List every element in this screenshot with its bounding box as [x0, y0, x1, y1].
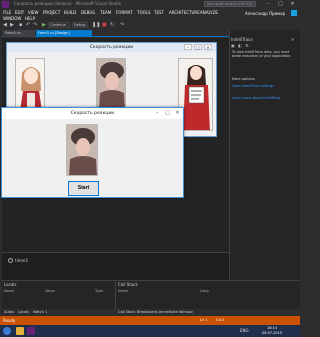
woman-portrait-image	[99, 62, 125, 109]
maximize-icon[interactable]: □	[276, 0, 285, 8]
running-picture-box[interactable]	[66, 124, 98, 176]
running-woman-portrait-image	[69, 128, 97, 175]
tab-breakpoints[interactable]: Breakpoints	[137, 310, 158, 314]
designer-maximize-icon: □	[194, 44, 202, 50]
clock[interactable]: 16:14 06.07.2015	[262, 326, 282, 336]
menu-architecture[interactable]: ARCHITECTURE	[169, 10, 200, 15]
learn-more-intellitrace-link[interactable]: Learn more about IntelliTrace	[232, 96, 280, 100]
undo-icon[interactable]: ↶	[26, 22, 30, 28]
status-line: Ln 1	[200, 318, 208, 322]
designer-close-icon: ✕	[204, 44, 212, 50]
start-button[interactable]: Start	[68, 181, 99, 196]
tab-watch[interactable]: Watch 1	[33, 310, 47, 314]
continue-icon[interactable]: ▶	[42, 22, 46, 28]
save-icon[interactable]: ▪	[19, 22, 22, 28]
timer-component[interactable]: timer1	[15, 258, 28, 263]
continue-button[interactable]: Continue	[48, 22, 70, 28]
visual-studio-taskbar-icon[interactable]	[27, 327, 35, 335]
redo-icon[interactable]: ↷	[33, 22, 37, 28]
restart-icon[interactable]: ↻	[110, 22, 114, 28]
config-select[interactable]: Debug	[72, 22, 88, 28]
callstack-col-lang[interactable]: Lang	[200, 289, 209, 293]
windows-start-icon[interactable]	[3, 327, 11, 335]
running-maximize-icon[interactable]: □	[163, 110, 172, 117]
menu-test[interactable]: TEST	[154, 10, 164, 15]
menu-view[interactable]: VIEW	[28, 10, 38, 15]
sign-girl-image	[183, 65, 210, 130]
pause-icon[interactable]: ❚❚	[92, 22, 100, 28]
tab-form1-design[interactable]: Form1.cs [Design]	[36, 30, 92, 37]
menu-team[interactable]: TEAM	[100, 10, 111, 15]
intellitrace-title: IntelliTrace	[231, 37, 253, 42]
locals-col-name[interactable]: Name	[4, 289, 14, 293]
taskbar	[0, 325, 300, 337]
picture-box-2[interactable]	[96, 58, 126, 110]
clock-date: 06.07.2015	[262, 331, 283, 335]
back-icon[interactable]: ◀	[3, 22, 7, 28]
intellitrace-toolbar-icon[interactable]: ▣ ◧ ⚙	[231, 43, 250, 48]
status-bar	[0, 316, 300, 325]
menu-edit[interactable]: EDIT	[15, 10, 24, 15]
menu-format[interactable]: FORMAT	[116, 10, 133, 15]
status-column: Col 1	[216, 318, 225, 322]
close-icon[interactable]: ✕	[288, 0, 297, 8]
menu-tools[interactable]: TOOLS	[137, 10, 151, 15]
language-indicator[interactable]: ENG	[240, 328, 249, 333]
menu-file[interactable]: FILE	[3, 10, 11, 15]
open-intellitrace-settings-link[interactable]: Open IntelliTrace settings	[232, 84, 274, 88]
explorer-icon[interactable]	[16, 327, 24, 335]
timer-icon[interactable]	[8, 258, 13, 263]
menu-project[interactable]: PROJECT	[43, 10, 60, 15]
running-close-icon[interactable]: ✕	[173, 110, 182, 117]
panel-close-icon[interactable]: ✕	[291, 37, 294, 42]
designer-minimize-icon: –	[184, 44, 192, 50]
more-options-heading: More options	[232, 77, 255, 81]
anime-girl-image	[20, 67, 42, 109]
menu-build[interactable]: BUILD	[64, 10, 76, 15]
intellitrace-panel	[229, 30, 300, 280]
forward-icon[interactable]: ▶	[10, 22, 14, 28]
tab-call-stack[interactable]: Call Stack	[118, 310, 135, 314]
callstack-col-name[interactable]: Name	[118, 289, 128, 293]
running-minimize-icon[interactable]: –	[153, 110, 162, 117]
component-tray	[2, 252, 229, 280]
status-text: Ready	[3, 318, 16, 323]
tab-autos[interactable]: Autos	[4, 310, 14, 314]
step-over-icon[interactable]: ↷	[120, 22, 124, 28]
document-tabs: Form1.cs Form1.cs [Design]	[2, 30, 229, 37]
stop-icon[interactable]: ■	[102, 22, 107, 28]
intellitrace-description: To view IntelliTrace data, you must brea…	[232, 50, 292, 58]
quick-launch-input[interactable]: Быстрый запуск (Ctrl+Q)	[204, 1, 256, 7]
minimize-icon[interactable]: –	[264, 0, 273, 8]
menu-debug[interactable]: DEBUG	[81, 10, 95, 15]
tab-immediate-window[interactable]: Immediate Window	[159, 310, 193, 314]
account-name[interactable]: Александр Примар	[245, 11, 285, 16]
menu-analyze[interactable]: ANALYZE	[200, 10, 218, 15]
tab-locals[interactable]: Locals	[18, 310, 29, 314]
locals-col-value[interactable]: Value	[45, 289, 55, 293]
picture-box-1[interactable]	[15, 58, 45, 110]
locals-panel-title: Locals	[4, 282, 17, 287]
visual-studio-logo-icon	[2, 1, 9, 8]
window-title: Скорость реакции (Запуск) - Microsoft Vi…	[14, 1, 122, 6]
avatar[interactable]	[291, 10, 297, 16]
callstack-panel-title: Call Stack	[118, 282, 138, 287]
locals-col-type[interactable]: Type	[95, 289, 103, 293]
running-form[interactable]: Скорость реакции – □ ✕ Start	[1, 107, 184, 198]
tab-form1-code[interactable]: Form1.cs	[3, 30, 35, 37]
